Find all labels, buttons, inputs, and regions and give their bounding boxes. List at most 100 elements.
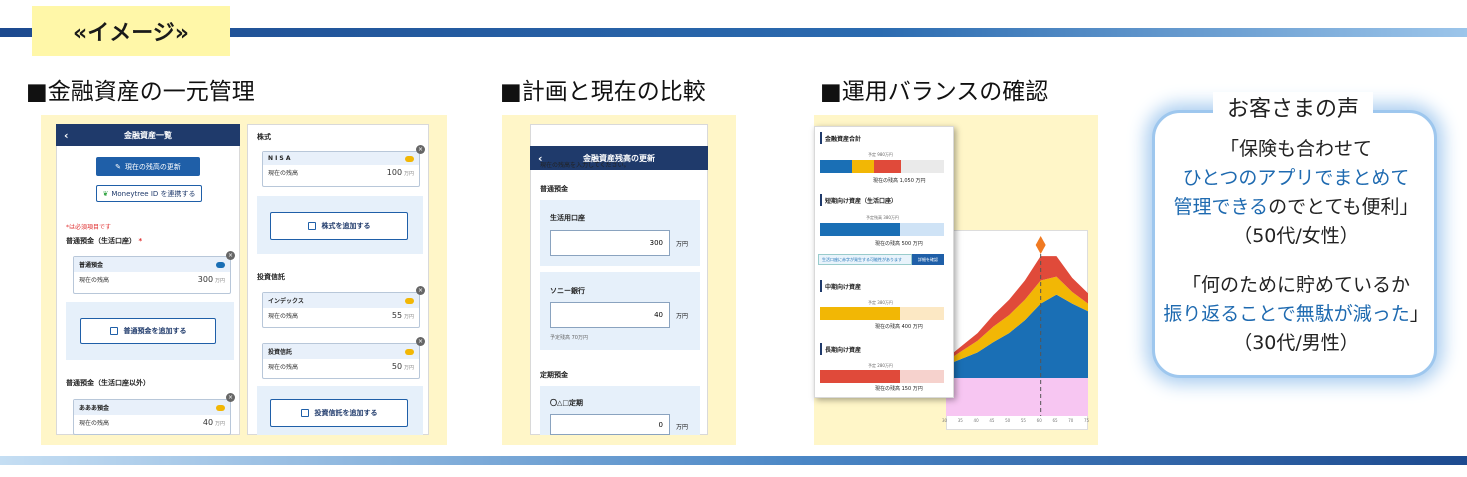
leaf-icon: ❦	[102, 189, 109, 198]
card-value: 100	[386, 168, 403, 177]
unit: 万円	[676, 241, 689, 248]
card-name: インデックス	[268, 298, 304, 305]
details-button[interactable]: 詳細を確認	[912, 254, 944, 265]
quote2-line2: 振り返ることで無駄が減った」	[1155, 300, 1437, 329]
account-balance-input[interactable]	[550, 302, 670, 328]
balance-label: 現在の残高	[268, 364, 299, 371]
add-fund-label: 投資信託を追加する	[314, 409, 378, 417]
add-doc-icon	[307, 222, 316, 230]
deficit-notice: 生活口座に赤字が発生する可能性があります	[818, 254, 912, 265]
planned-balance: 予定残高 70万円	[550, 335, 588, 341]
customer-voice-quotes: 「保険も合わせて ひとつのアプリでまとめて 管理できるのでとても便利」 （50代…	[1155, 135, 1437, 358]
nisa-card[interactable]: N I S A 現在の残高 100 万円	[262, 151, 420, 187]
short-term-title: 短期向け資産（生活口座）	[825, 198, 898, 205]
card-value: 40	[202, 418, 214, 427]
total-plan: 予定 980万円	[868, 152, 893, 157]
total-assets-title: 金融資産合計	[825, 136, 862, 143]
quote1-tail: のでとても便利」	[1268, 196, 1419, 218]
footer-bar	[0, 456, 1467, 465]
x-tick-label: 35	[957, 418, 963, 423]
coin-icon	[405, 155, 414, 162]
group-savings-other: 普通預金（生活口座以外）	[66, 379, 150, 387]
quote2-author: （30代/男性）	[1233, 332, 1359, 354]
update-balance-button[interactable]: ✎ 現在の残高の更新	[96, 157, 200, 176]
coin-icon	[216, 404, 225, 411]
image-label: «イメージ»	[32, 6, 230, 56]
short-progress-fill	[820, 223, 900, 236]
short-plan: 予定残高 380万円	[866, 215, 899, 220]
unit: 万円	[403, 171, 414, 177]
close-icon[interactable]: ×	[226, 251, 235, 260]
quote1-highlight: 管理できる	[1173, 196, 1269, 218]
close-icon[interactable]: ×	[416, 145, 425, 154]
section-marker	[820, 280, 822, 292]
x-tick-label: 70	[1068, 418, 1074, 423]
close-icon[interactable]: ×	[416, 337, 425, 346]
quote2-highlight: 振り返ることで無駄が減った	[1163, 303, 1410, 325]
balance-label: 現在の残高	[268, 313, 299, 320]
group-savings-living: 普通預金（生活口座） *	[66, 237, 143, 245]
quote1-line1: 「保険も合わせて	[1219, 138, 1372, 160]
account-name: ソニー銀行	[550, 287, 585, 295]
add-fund-button[interactable]: 投資信託を追加する	[270, 399, 408, 427]
section-title-balance-check: ■運用バランスの確認	[820, 79, 1049, 105]
coin-icon	[405, 348, 414, 355]
card-value: 50	[391, 362, 403, 371]
x-tick-label: 30	[942, 418, 948, 423]
account-balance-input[interactable]	[550, 230, 670, 256]
balance-label: 現在の残高	[79, 420, 110, 427]
short-now: 現在の残高 500 万円	[875, 241, 923, 247]
group-time-deposit: 定期預金	[540, 371, 568, 379]
mid-progress-fill	[820, 307, 900, 320]
long-term-title: 長期向け資産	[825, 347, 862, 354]
update-balance-label: 現在の残高の更新	[124, 162, 181, 171]
chart-marker-diamond[interactable]	[1035, 236, 1046, 254]
back-icon[interactable]: ‹	[64, 129, 69, 142]
mid-now: 現在の残高 400 万円	[875, 324, 923, 330]
account-name: 生活用口座	[550, 214, 585, 222]
unit: 万円	[403, 314, 414, 320]
unit: 万円	[214, 278, 225, 284]
total-bar-short	[820, 160, 852, 173]
asset-list-header: ‹ 金融資産一覧	[56, 124, 240, 146]
fund-card-1[interactable]: インデックス 現在の残高 55 万円	[262, 292, 420, 328]
quote1-line2: ひとつのアプリでまとめて	[1182, 167, 1410, 189]
add-savings-label: 普通預金を追加する	[123, 327, 187, 335]
savings-card-1[interactable]: 普通預金 現在の残高 300 万円	[73, 256, 231, 294]
x-tick-label: 60	[1036, 418, 1042, 423]
section-title-plan-compare: ■計画と現在の比較	[500, 79, 706, 105]
fund-card-2[interactable]: 投資信託 現在の残高 50 万円	[262, 343, 420, 379]
savings-icon	[216, 261, 225, 268]
close-icon[interactable]: ×	[416, 286, 425, 295]
input-prompt: 現在の残高を入力してください。	[540, 162, 630, 169]
unit: 万円	[214, 421, 225, 427]
moneytree-link-button[interactable]: ❦ Moneytree ID を連携する	[96, 185, 202, 202]
total-bar-long	[874, 160, 901, 173]
customer-voice-title: お客さまの声	[1213, 92, 1373, 122]
balance-label: 現在の残高	[79, 277, 110, 284]
section-marker	[820, 132, 822, 144]
savings-card-2[interactable]: あああ預金 現在の残高 40 万円	[73, 399, 231, 435]
asset-list-title: 金融資産一覧	[124, 130, 172, 140]
asset-forecast-chart	[946, 236, 1088, 416]
section-marker	[820, 194, 822, 206]
quote2-line1: 「何のために貯めているか	[1181, 274, 1410, 296]
unit: 万円	[676, 424, 689, 431]
x-tick-label: 55	[1020, 418, 1026, 423]
quote2-tail: 」	[1409, 303, 1429, 325]
total-now: 現在の残高 1,050 万円	[873, 178, 926, 184]
pencil-icon: ✎	[115, 162, 121, 171]
section-marker	[820, 343, 822, 355]
long-progress-fill	[820, 370, 900, 383]
account-balance-input[interactable]	[550, 414, 670, 435]
coin-icon	[405, 297, 414, 304]
close-icon[interactable]: ×	[226, 393, 235, 402]
group-ordinary-deposit: 普通預金	[540, 185, 568, 193]
required-note: *は必須項目です	[66, 224, 112, 231]
add-stock-button[interactable]: 株式を追加する	[270, 212, 408, 240]
x-tick-label: 45	[989, 418, 995, 423]
mid-plan: 予定 380万円	[868, 300, 893, 305]
balance-label: 現在の残高	[268, 170, 299, 177]
long-now: 現在の残高 150 万円	[875, 386, 923, 392]
add-savings-button[interactable]: 普通預金を追加する	[80, 318, 216, 344]
